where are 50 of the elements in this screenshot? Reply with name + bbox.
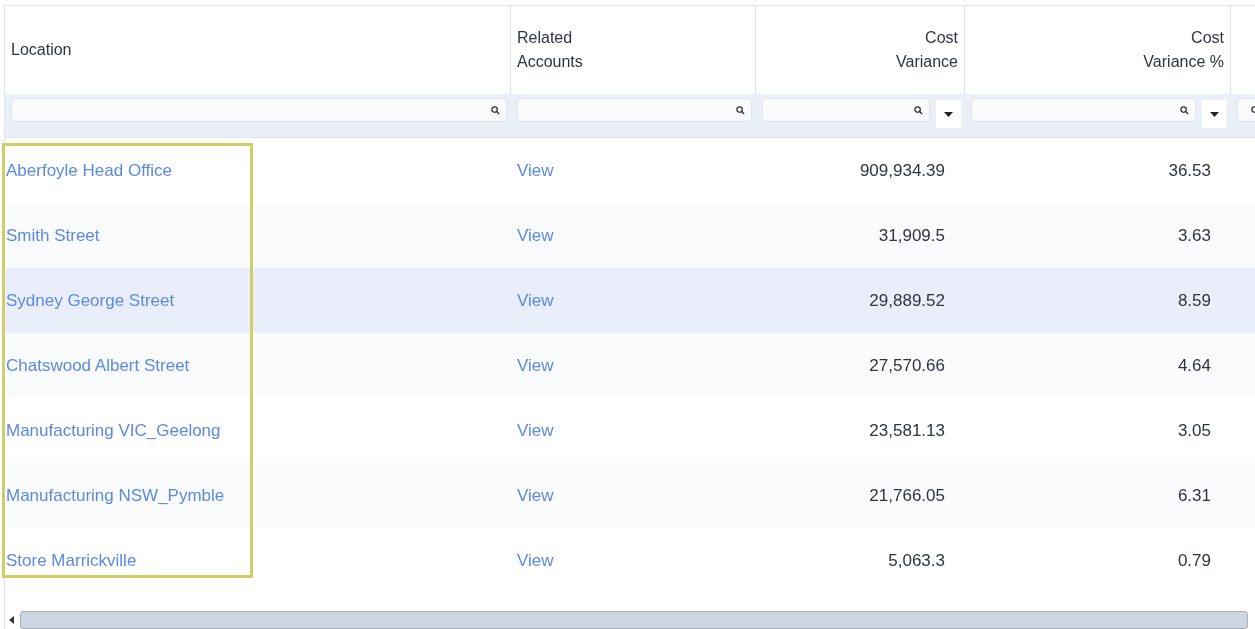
column-header[interactable]: Cost Variance bbox=[896, 26, 958, 74]
table-link[interactable]: View bbox=[517, 482, 554, 509]
column-header[interactable]: Related Accounts bbox=[517, 26, 583, 74]
table-link[interactable]: View bbox=[517, 287, 554, 314]
table-cell-text: 3.63 bbox=[1177, 224, 1211, 247]
table-link[interactable]: Store Marrickville bbox=[6, 547, 137, 574]
table-cell-text: 27,570.66 bbox=[869, 354, 945, 377]
table-link[interactable]: View bbox=[517, 157, 554, 184]
table-cell-text: 909,934.39 bbox=[859, 159, 945, 182]
filter-field[interactable] bbox=[11, 98, 507, 122]
scroll-left-arrow-icon[interactable] bbox=[9, 616, 14, 624]
table-cell-text: 6.31 bbox=[1177, 484, 1211, 507]
filter-field[interactable] bbox=[971, 98, 1196, 122]
table-link[interactable]: View bbox=[517, 417, 554, 444]
table-row[interactable]: Sydney George Street View 29,889.52 8.59 bbox=[5, 268, 1255, 333]
column-header[interactable]: Cost Variance % bbox=[1143, 26, 1224, 74]
table-row[interactable]: Smith Street View 31,909.5 3.63 bbox=[5, 203, 1255, 268]
table-link[interactable]: Smith Street bbox=[6, 222, 100, 249]
caret-icon bbox=[1210, 111, 1219, 117]
search-icon bbox=[491, 105, 500, 115]
table-cell-text: 4.64 bbox=[1177, 354, 1211, 377]
table-link[interactable]: Manufacturing NSW_Pymble bbox=[6, 482, 225, 509]
column-header[interactable]: Location bbox=[11, 38, 72, 62]
table-link[interactable]: Manufacturing VIC_Geelong bbox=[6, 417, 221, 444]
filter-field[interactable] bbox=[762, 98, 930, 122]
table-cell-text: 0.79 bbox=[1177, 549, 1211, 572]
table-cell-text: 36.53 bbox=[1168, 159, 1211, 182]
table-cell-text: 31,909.5 bbox=[878, 224, 945, 247]
filter-dropdown-button[interactable] bbox=[936, 100, 961, 128]
table-link[interactable]: Chatswood Albert Street bbox=[6, 352, 190, 379]
table-cell-text: 29,889.52 bbox=[869, 289, 945, 312]
filter-dropdown-button[interactable] bbox=[1202, 100, 1227, 128]
table-link[interactable]: Aberfoyle Head Office bbox=[6, 157, 172, 184]
horizontal-scrollbar-thumb[interactable] bbox=[20, 611, 1248, 629]
search-icon bbox=[1180, 105, 1189, 115]
caret-icon bbox=[944, 111, 953, 117]
table-cell-text: 5,063.3 bbox=[888, 549, 945, 572]
table-row[interactable]: Chatswood Albert Street View 27,570.66 4.64 bbox=[5, 333, 1255, 398]
table-link[interactable]: View bbox=[517, 547, 554, 574]
table-cell-text: 21,766.05 bbox=[869, 484, 945, 507]
table-link[interactable]: View bbox=[517, 222, 554, 249]
search-icon bbox=[914, 105, 923, 115]
table-cell-text: 3.05 bbox=[1177, 419, 1211, 442]
table-cell-text: 8.59 bbox=[1177, 289, 1211, 312]
filter-field[interactable] bbox=[517, 98, 752, 122]
search-icon bbox=[736, 105, 745, 115]
table-cell-text: 23,581.13 bbox=[869, 419, 945, 442]
table-row[interactable]: Manufacturing NSW_Pymble View 21,766.05 6.31 bbox=[5, 463, 1255, 528]
table-link[interactable]: Sydney George Street bbox=[6, 287, 175, 314]
table-link[interactable]: View bbox=[517, 352, 554, 379]
